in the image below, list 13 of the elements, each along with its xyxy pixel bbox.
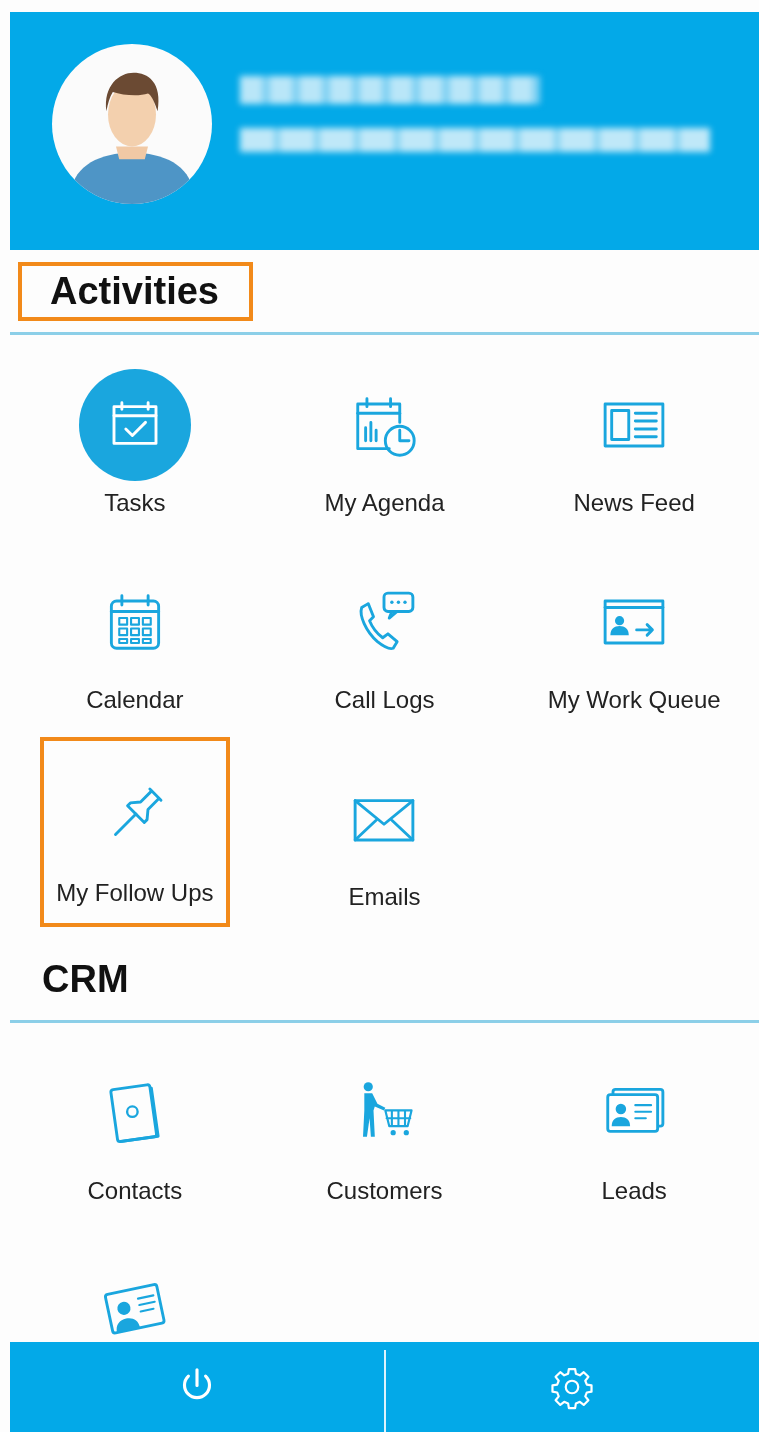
menu-tile[interactable]: Tasks	[39, 347, 230, 525]
menu-tile[interactable]: Emails	[289, 741, 480, 919]
menu-tile[interactable]: Leads	[539, 1035, 730, 1213]
menu-tile[interactable]: Calendar	[39, 544, 230, 722]
menu-tile[interactable]: My Work Queue	[539, 544, 730, 722]
menu-tile[interactable]: Customers	[289, 1035, 480, 1213]
menu-tile[interactable]: Call Logs	[289, 544, 480, 722]
section-title: Activities	[18, 261, 253, 321]
section-title: CRM	[42, 957, 129, 1001]
menu-tile[interactable]: News Feed	[539, 347, 730, 525]
menu-tile[interactable]: My Follow Ups	[39, 737, 230, 927]
menu-tile[interactable]: Contacts	[39, 1035, 230, 1213]
menu-tile[interactable]: My Agenda	[289, 347, 480, 525]
